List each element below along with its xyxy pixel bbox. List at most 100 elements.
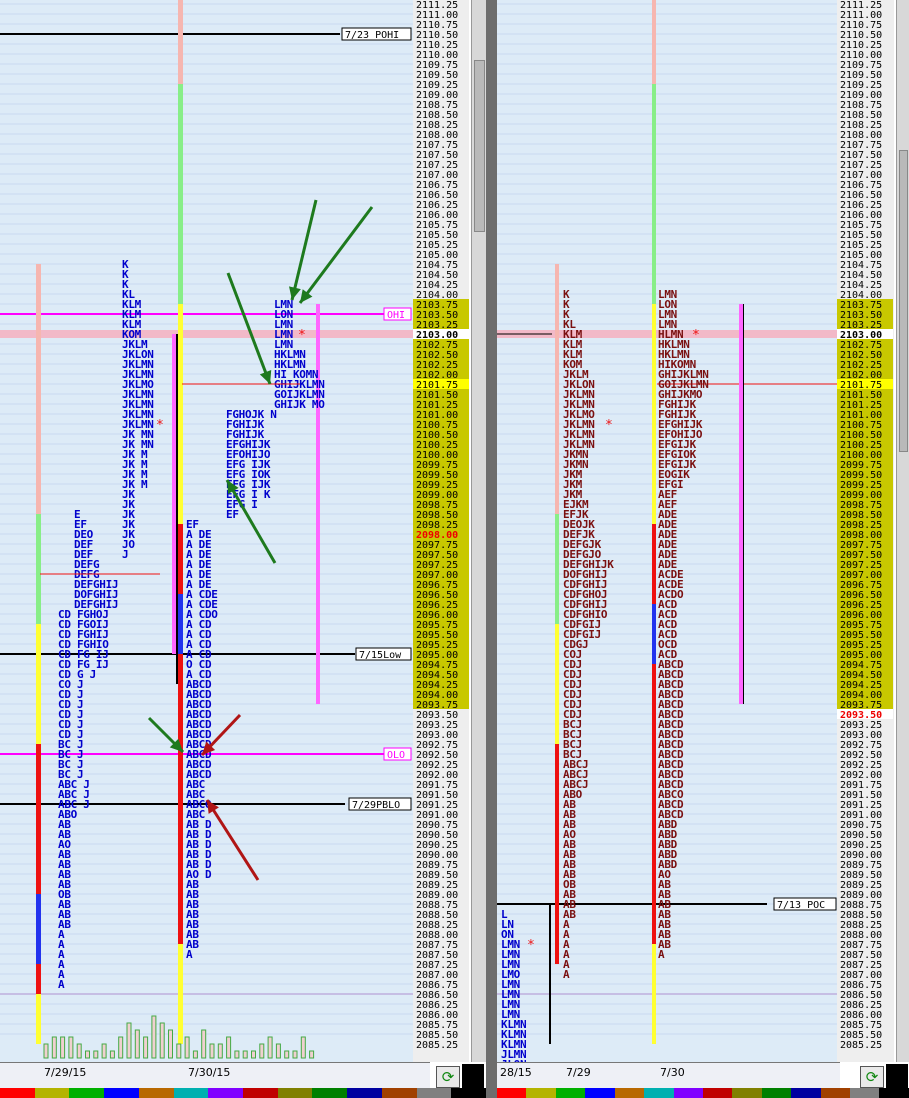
volume-bar xyxy=(109,1050,115,1059)
color-swatch[interactable] xyxy=(791,1088,821,1098)
value-area-bar xyxy=(743,304,744,704)
color-swatch[interactable] xyxy=(879,1088,909,1098)
color-swatch-bar-left[interactable] xyxy=(0,1088,487,1098)
volume-bar xyxy=(168,1029,173,1059)
color-swatch[interactable] xyxy=(820,1088,851,1098)
left-vertical-scrollbar[interactable] xyxy=(471,0,487,1062)
value-area-bar xyxy=(316,304,320,704)
reference-line-label: 7/23 POHI xyxy=(345,30,399,41)
left-price-scale-axis: 2111.252111.002110.752110.502110.252110.… xyxy=(413,0,469,1051)
right-scroll-thumb[interactable] xyxy=(899,150,908,452)
volume-bar xyxy=(251,1050,256,1059)
color-swatch[interactable] xyxy=(614,1088,645,1098)
color-swatch[interactable] xyxy=(69,1088,105,1098)
range-bar-segment xyxy=(36,264,41,514)
right-vertical-scrollbar[interactable] xyxy=(896,0,909,1062)
color-swatch[interactable] xyxy=(173,1088,209,1098)
range-bar-segment xyxy=(36,744,41,894)
color-swatch[interactable] xyxy=(732,1088,762,1098)
range-bar-segment xyxy=(652,524,656,604)
left-chart-pane[interactable]: 7/23 POHI OHI 7/15Low OLO 7/29PBLO K K K KL KLM KL… xyxy=(0,0,413,1062)
right-price-scale-axis: 2111.252111.002110.752110.502110.252110.… xyxy=(837,0,893,1051)
volume-bar xyxy=(60,1036,66,1059)
color-swatch[interactable] xyxy=(381,1088,417,1098)
volume-bar xyxy=(176,1043,182,1059)
tpo-row: J xyxy=(122,548,128,561)
color-swatch[interactable] xyxy=(555,1088,586,1098)
color-swatch[interactable] xyxy=(138,1088,174,1098)
value-area-bar xyxy=(172,334,176,654)
color-swatch[interactable] xyxy=(208,1088,244,1098)
color-swatch[interactable] xyxy=(451,1088,487,1098)
color-swatch[interactable] xyxy=(243,1088,278,1098)
color-swatch[interactable] xyxy=(850,1088,880,1098)
range-bar-segment xyxy=(549,904,551,1044)
range-bar-segment xyxy=(555,744,559,964)
reference-line-label: 7/13 POC xyxy=(777,900,825,911)
green-arrow xyxy=(226,272,272,385)
range-bar-segment xyxy=(178,524,183,594)
reference-line-label: OHI xyxy=(387,310,405,321)
range-bar-segment xyxy=(652,664,656,944)
right-chart-pane[interactable]: 7/13 POC L LN ON LMN LMN LMN LMO LMN LMN LMN LMN KLM… xyxy=(497,0,837,1062)
color-swatch[interactable] xyxy=(347,1088,382,1098)
volume-bar xyxy=(284,1050,290,1059)
volume-bar xyxy=(93,1050,99,1059)
volume-bar xyxy=(184,1036,190,1059)
volume-bar xyxy=(217,1043,223,1059)
tpo-row: A xyxy=(563,968,570,981)
range-bar-segment xyxy=(36,964,41,994)
color-swatch[interactable] xyxy=(644,1088,674,1098)
left-date-axis: 7/29/15 7/30/15 xyxy=(0,1062,430,1089)
price-tick-label: 2085.25 xyxy=(416,1040,458,1051)
range-bar-segment xyxy=(36,894,41,964)
color-swatch[interactable] xyxy=(702,1088,733,1098)
volume-bar xyxy=(259,1043,265,1059)
volume-bar xyxy=(143,1036,149,1059)
volume-bar xyxy=(76,1043,82,1059)
color-swatch[interactable] xyxy=(673,1088,703,1098)
reference-line-label: 7/29PBLO xyxy=(352,800,400,811)
color-swatch[interactable] xyxy=(497,1088,527,1098)
poc-marker: * xyxy=(692,328,700,343)
color-swatch[interactable] xyxy=(416,1088,452,1098)
reference-line-label: 7/15Low xyxy=(359,650,402,661)
range-bar-segment xyxy=(178,84,183,304)
date-label: 7/30/15 xyxy=(188,1066,231,1079)
color-swatch-bar-right[interactable] xyxy=(497,1088,909,1098)
corner-box xyxy=(886,1064,908,1088)
volume-bar xyxy=(134,1029,140,1059)
volume-bar xyxy=(309,1050,315,1059)
poc-marker: * xyxy=(527,938,535,953)
color-swatch[interactable] xyxy=(34,1088,70,1098)
volume-bar xyxy=(242,1050,248,1059)
volume-bar xyxy=(192,1050,198,1059)
color-swatch[interactable] xyxy=(312,1088,348,1098)
left-scroll-thumb[interactable] xyxy=(474,60,485,232)
color-swatch[interactable] xyxy=(761,1088,792,1098)
value-area-bar xyxy=(739,304,743,704)
poc-marker: * xyxy=(156,418,164,433)
reference-line-label: OLO xyxy=(387,750,405,761)
color-swatch[interactable] xyxy=(277,1088,313,1098)
tpo-row: EF xyxy=(226,508,239,521)
range-bar-segment xyxy=(555,514,559,624)
range-bar-segment xyxy=(178,654,183,944)
pane-divider[interactable] xyxy=(486,0,497,1098)
volume-bar xyxy=(68,1036,74,1059)
color-swatch[interactable] xyxy=(0,1088,35,1098)
range-bar-segment xyxy=(652,304,656,524)
volume-bar xyxy=(226,1036,232,1059)
refresh-icon[interactable]: ⟳ xyxy=(436,1066,460,1088)
volume-bar xyxy=(126,1022,132,1059)
tpo-row: GHIJK MO xyxy=(274,398,325,411)
red-arrow xyxy=(205,799,260,881)
volume-bar xyxy=(300,1036,306,1059)
color-swatch[interactable] xyxy=(104,1088,139,1098)
refresh-icon[interactable]: ⟳ xyxy=(860,1066,884,1088)
range-bar-segment xyxy=(652,84,656,304)
color-swatch[interactable] xyxy=(526,1088,556,1098)
volume-bar xyxy=(85,1050,90,1059)
volume-bar xyxy=(275,1043,281,1059)
color-swatch[interactable] xyxy=(585,1088,615,1098)
